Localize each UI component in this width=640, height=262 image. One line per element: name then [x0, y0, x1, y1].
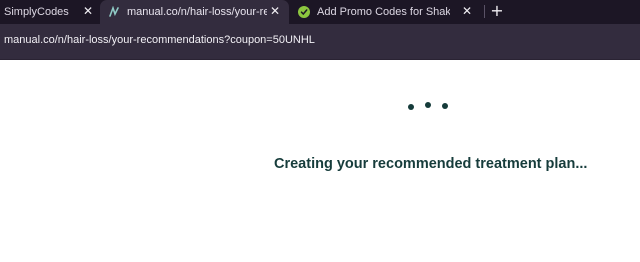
loading-dot	[425, 102, 431, 108]
new-tab-button[interactable]: +	[488, 1, 506, 21]
manual-logo-icon	[108, 6, 120, 18]
tab-separator	[484, 5, 485, 18]
simplycodes-icon	[298, 6, 310, 18]
address-bar[interactable]: manual.co/n/hair-loss/your-recommendatio…	[0, 24, 640, 59]
tab-title: SimplyCodes	[4, 6, 69, 18]
tab-bar: SimplyCodes ✕ manual.co/n/hair-loss/your…	[0, 0, 640, 24]
page-content: Creating your recommended treatment plan…	[0, 60, 640, 262]
tab-shaka-promo[interactable]: Add Promo Codes for Shaka Tin ✕	[298, 0, 483, 24]
close-icon[interactable]: ✕	[460, 4, 474, 18]
close-icon[interactable]: ✕	[268, 4, 282, 18]
loading-dot	[442, 103, 448, 109]
tab-title: Add Promo Codes for Shaka Tin	[317, 6, 450, 18]
loading-message: Creating your recommended treatment plan…	[274, 156, 588, 172]
url-field[interactable]: manual.co/n/hair-loss/your-recommendatio…	[4, 34, 315, 46]
loading-dot	[408, 104, 414, 110]
tab-manual[interactable]: manual.co/n/hair-loss/your-rec ✕	[100, 0, 289, 24]
close-icon[interactable]: ✕	[81, 4, 95, 18]
tab-title: manual.co/n/hair-loss/your-rec	[127, 6, 267, 18]
tab-simplycodes[interactable]: SimplyCodes ✕	[4, 0, 100, 24]
